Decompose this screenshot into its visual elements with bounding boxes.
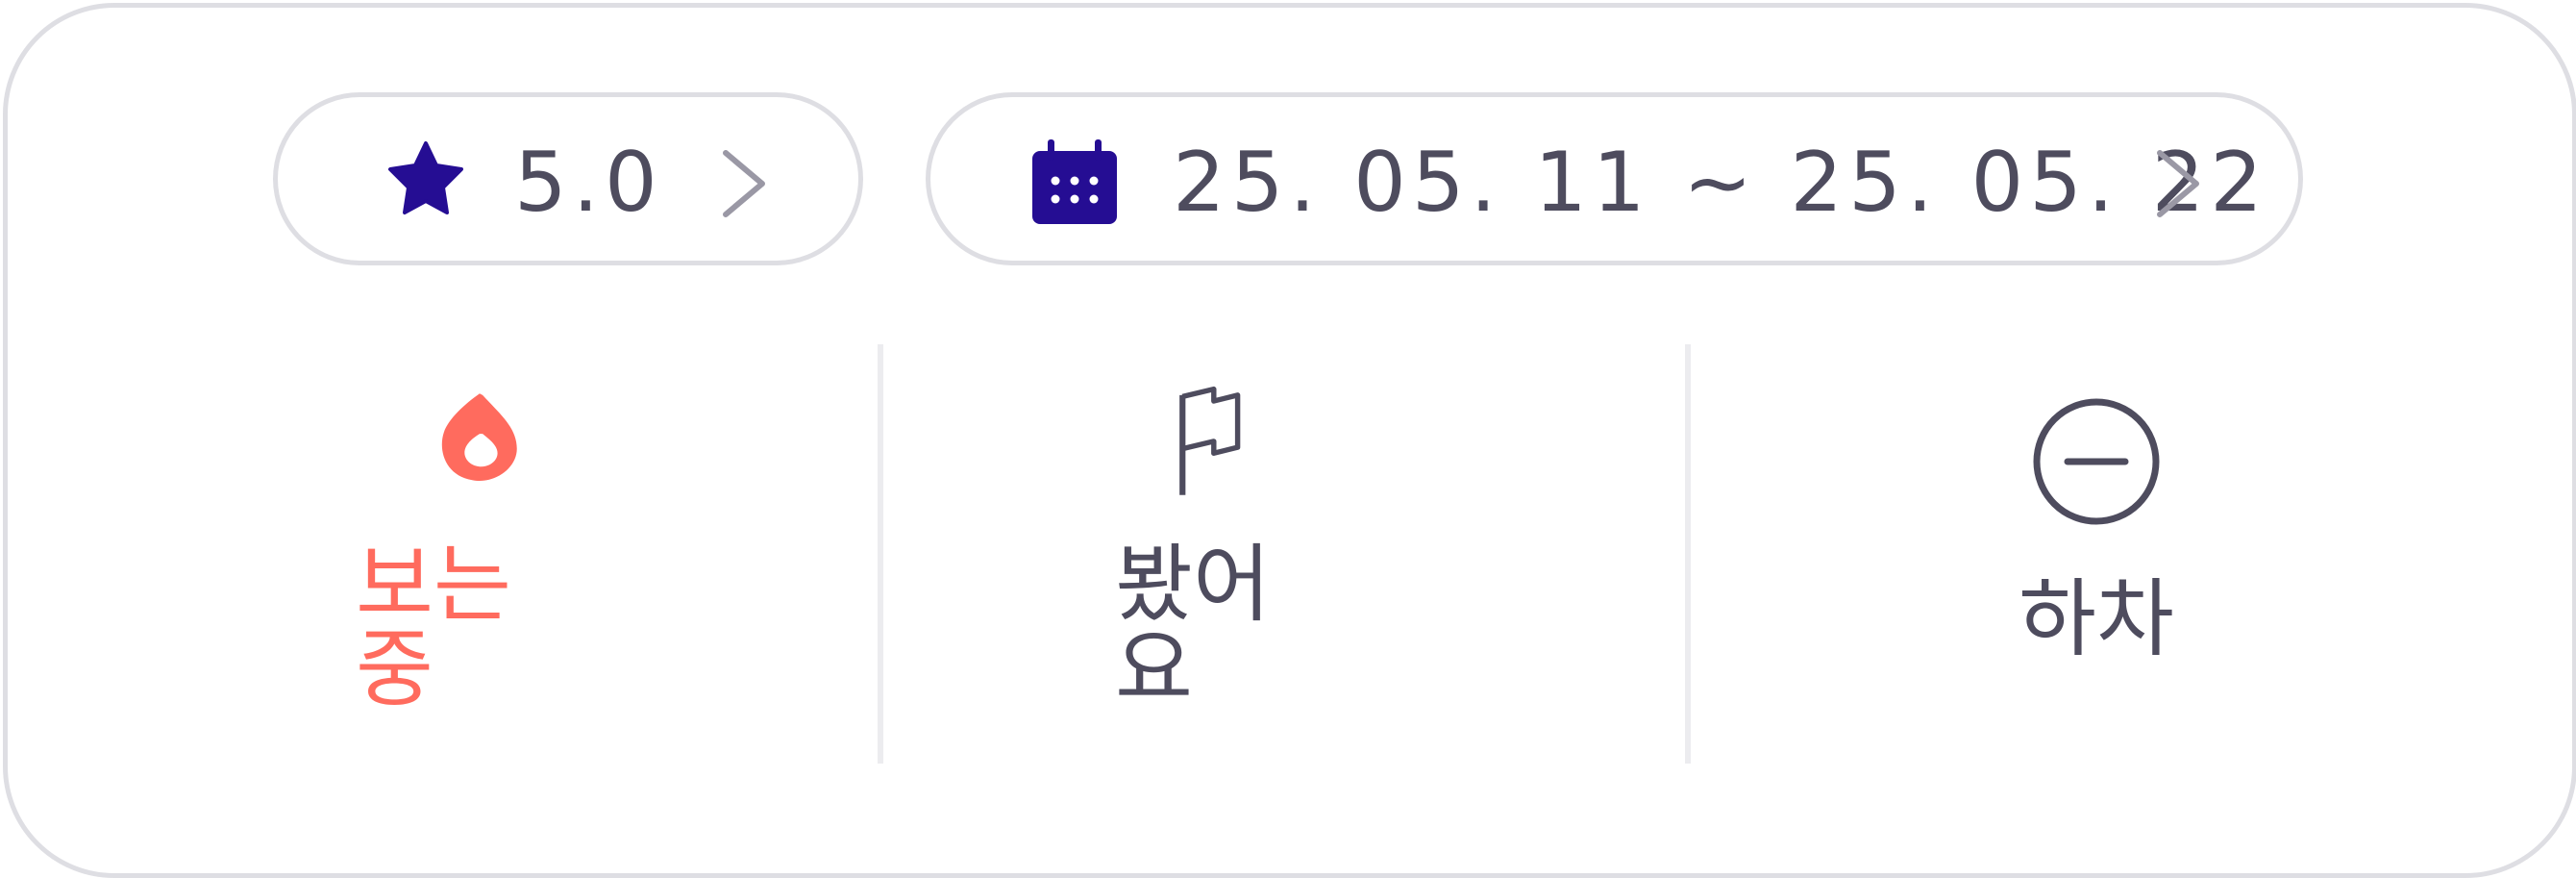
calendar-icon [1032, 139, 1117, 224]
flag-icon [1179, 386, 1241, 495]
status-label: 봤어요 [1115, 535, 1271, 718]
chevron-right-icon [2157, 150, 2199, 217]
star-icon [388, 141, 463, 214]
status-option-dropped[interactable]: 하차 [1988, 385, 2205, 712]
flame-icon [441, 393, 517, 481]
rating-button[interactable]: 5.0 [273, 92, 863, 265]
status-label: 보는 중 [356, 535, 511, 718]
divider [1685, 344, 1691, 764]
chevron-right-icon [723, 150, 765, 217]
divider [878, 344, 883, 764]
status-option-watched[interactable]: 봤어요 [1115, 385, 1325, 712]
status-option-watching[interactable]: 보는 중 [356, 385, 604, 712]
rating-value: 5.0 [514, 135, 663, 231]
minus-circle-icon [2033, 398, 2160, 525]
date-range-value: 25. 05. 11 ~ 25. 05. 22 [1173, 135, 2269, 231]
date-range-button[interactable]: 25. 05. 11 ~ 25. 05. 22 [926, 92, 2303, 265]
status-label: 하차 [2019, 569, 2174, 668]
